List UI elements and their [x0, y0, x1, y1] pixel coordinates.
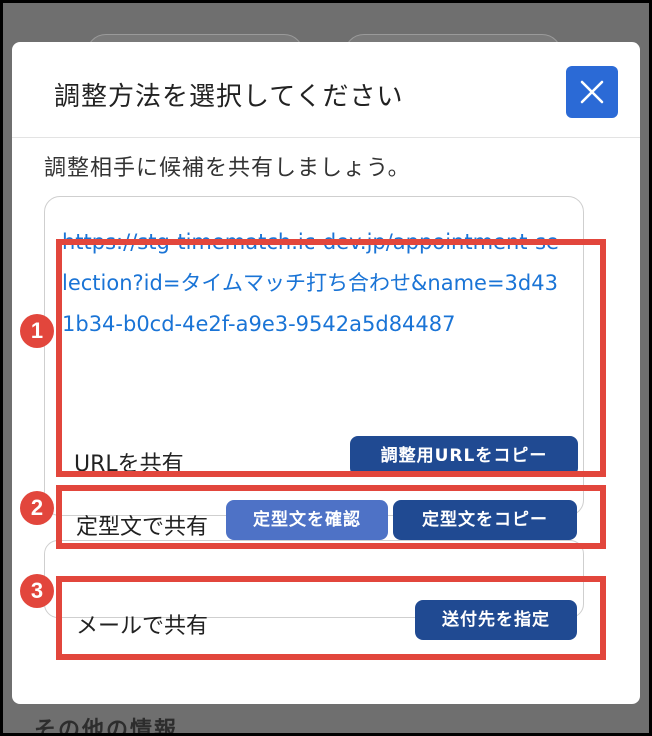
- confirm-template-button[interactable]: 定型文を確認: [226, 500, 388, 540]
- share-url-link[interactable]: https://stg-timematch.ic-dev.jp/appointm…: [62, 222, 562, 345]
- close-button[interactable]: [566, 66, 618, 118]
- intro-text: 調整相手に候補を共有しましょう。: [44, 156, 411, 181]
- template-share-label: 定型文で共有: [76, 515, 209, 540]
- mail-share-label: メールで共有: [76, 614, 209, 639]
- background-section-heading: その他の情報: [34, 718, 179, 736]
- copy-template-button[interactable]: 定型文をコピー: [393, 500, 577, 540]
- annotation-badge-2: 2: [20, 491, 54, 525]
- modal-title: 調整方法を選択してください: [54, 82, 404, 112]
- annotation-badge-1: 1: [20, 314, 54, 348]
- annotation-badge-3: 3: [20, 574, 54, 608]
- copy-url-button[interactable]: 調整用URLをコピー: [350, 436, 578, 476]
- modal-header: 調整方法を選択してください: [12, 42, 640, 138]
- url-share-label: URLを共有: [74, 452, 184, 477]
- close-icon: [580, 80, 604, 104]
- specify-recipient-button[interactable]: 送付先を指定: [415, 600, 577, 640]
